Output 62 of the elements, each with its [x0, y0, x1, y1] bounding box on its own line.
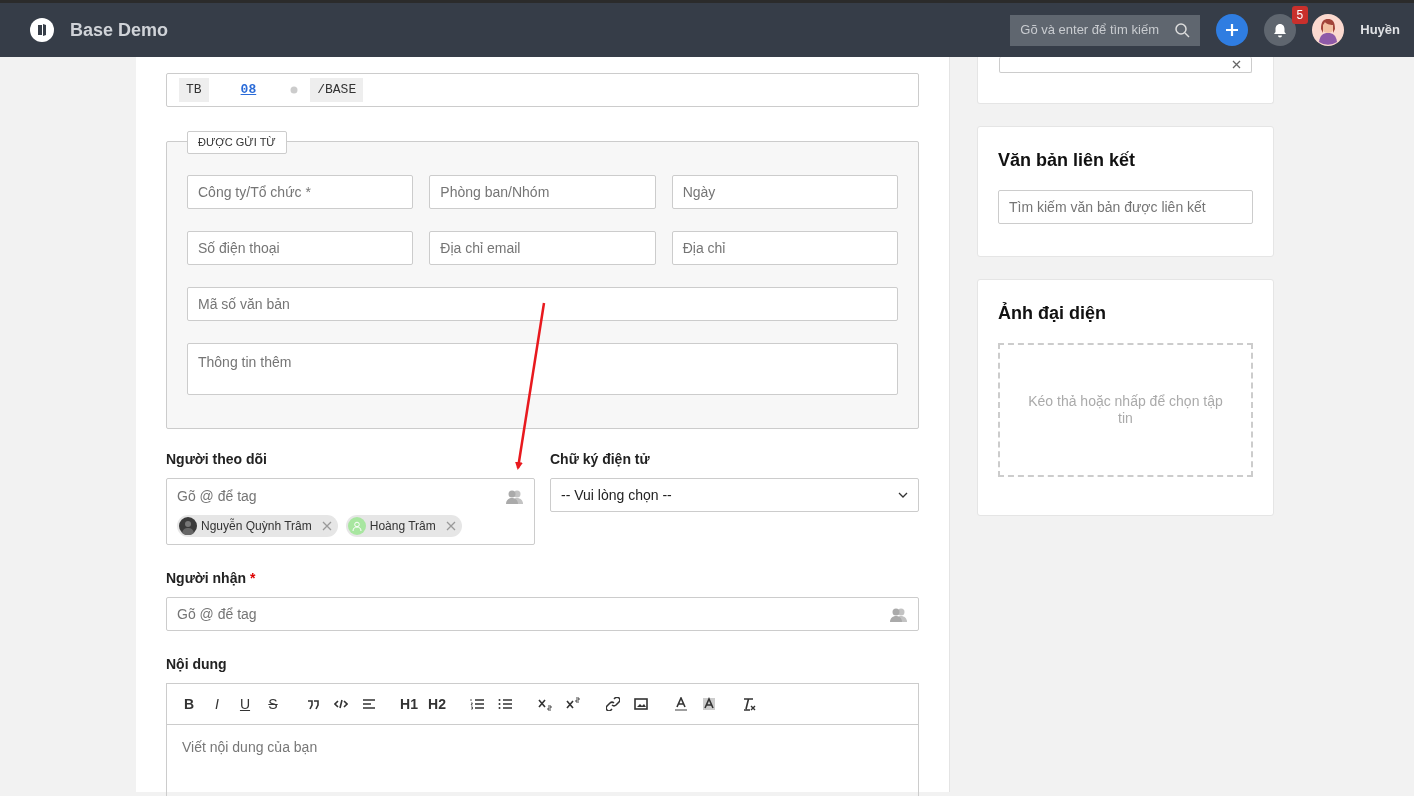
field-label: Chữ ký điện tử	[550, 450, 651, 469]
input-field[interactable]: Địa chỉ	[671, 231, 898, 265]
logo-icon[interactable]	[30, 18, 54, 42]
image-icon	[634, 697, 648, 711]
notification-button[interactable]	[1264, 14, 1297, 46]
input-field[interactable]: Ngày	[671, 175, 898, 209]
plus-icon	[1225, 23, 1240, 37]
code-segment: /BASE	[310, 78, 364, 102]
select-field[interactable]: -- Vui lòng chọn --	[550, 478, 919, 512]
chevron-icon	[898, 492, 908, 498]
format-button[interactable]: H2	[423, 692, 451, 716]
superscript-icon	[566, 697, 580, 711]
format-button[interactable]: S	[259, 692, 287, 716]
clear-format-icon	[742, 697, 756, 711]
input-field[interactable]: Mã số văn bản	[187, 287, 898, 321]
bullet-list-icon	[498, 697, 512, 711]
avatar-icon	[347, 517, 366, 535]
format-button[interactable]: H1	[395, 692, 423, 716]
input-field[interactable]: Số điện thoại	[187, 231, 414, 265]
format-button[interactable]: I	[203, 692, 231, 716]
avatar-icon	[179, 517, 197, 535]
tag-field[interactable]: Gõ @ để tag Nguyễn Quỳnh Trâm Hoàng Trâm	[166, 478, 535, 545]
add-button[interactable]	[1216, 14, 1249, 46]
input-field[interactable]: Công ty/Tổ chức *	[187, 175, 414, 209]
notification-count: 5	[1291, 6, 1309, 24]
align-icon	[362, 697, 376, 711]
tag-field[interactable]: Gõ @ để tag	[166, 597, 919, 631]
separator-dot	[290, 86, 299, 94]
avatar-icon[interactable]	[1312, 14, 1345, 46]
search-field[interactable]	[999, 57, 1252, 73]
input-field[interactable]: Phòng ban/Nhóm	[429, 175, 656, 209]
format-button[interactable]: U	[231, 692, 259, 716]
brand-name[interactable]: Base Demo	[70, 16, 169, 44]
close-icon[interactable]	[1232, 60, 1241, 69]
user-tag[interactable]: Nguyễn Quỳnh Trâm	[177, 515, 338, 537]
input-field[interactable]: Địa chỉ email	[429, 231, 656, 265]
card-title: Ảnh đại diện	[998, 301, 1107, 325]
code-icon	[334, 697, 348, 711]
code-segment: TB	[179, 78, 209, 102]
text-color-icon	[674, 697, 688, 711]
bell-icon	[1273, 22, 1288, 38]
highlight-icon	[702, 697, 716, 711]
section-legend: ĐƯỢC GỬI TỪ	[187, 131, 287, 154]
format-button[interactable]: B	[175, 692, 203, 716]
user-tag[interactable]: Hoàng Trâm	[345, 515, 462, 537]
card-title: Văn bản liên kết	[998, 149, 1137, 172]
field-label: Người theo dõi	[166, 450, 268, 469]
required-mark: *	[250, 569, 256, 588]
field-label: Nội dung	[166, 655, 228, 674]
user-name[interactable]: Huyền	[1360, 20, 1400, 40]
editor-body[interactable]: Viết nội dung của bạn	[167, 725, 918, 796]
code-link[interactable]: 08	[240, 80, 257, 100]
numbered-list-icon	[470, 697, 484, 711]
search-field[interactable]: Gõ và enter để tìm kiếm	[1010, 14, 1201, 46]
code-field[interactable]: TB 08 /BASE	[166, 73, 919, 107]
field-label: Người nhận	[166, 569, 246, 588]
search-field[interactable]: Tìm kiếm văn bản được liên kết	[998, 190, 1253, 224]
link-icon	[606, 697, 620, 711]
quote-icon	[306, 697, 320, 711]
subscript-icon	[538, 697, 552, 711]
search-icon	[1175, 22, 1191, 38]
textarea-field[interactable]: Thông tin thêm	[187, 343, 898, 395]
